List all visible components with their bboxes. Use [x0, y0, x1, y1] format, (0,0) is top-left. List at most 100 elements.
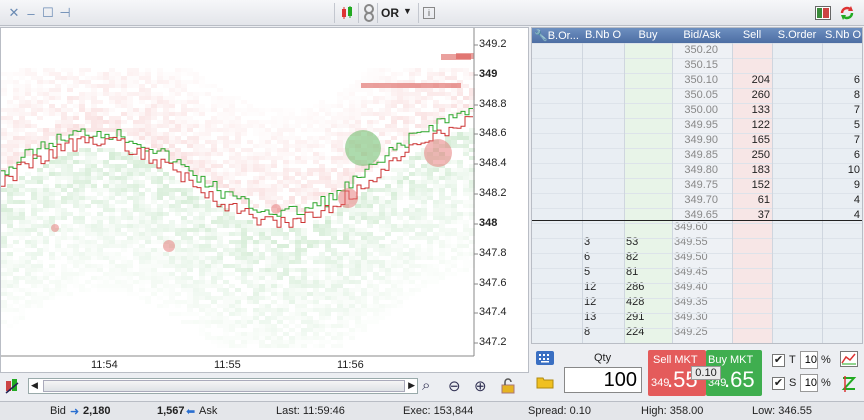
s-input[interactable] — [800, 374, 818, 392]
spread-status: Spread: 0.10 — [528, 405, 591, 417]
toolbar: ✕ – ☐ ⊣ OR ▼ i — [0, 0, 864, 26]
col-divider — [582, 43, 583, 343]
sell-nb-orders: 6 — [853, 74, 860, 86]
buy-mkt-label: Buy MKT — [708, 354, 754, 366]
info-icon[interactable]: i — [423, 7, 435, 19]
s-checkbox[interactable]: ✔ — [772, 377, 785, 390]
order-book: 🔧B.Or... B.Nb O Buy Bid/Ask Sell S.Order… — [531, 27, 863, 344]
spread-divider — [532, 220, 862, 221]
col-divider — [772, 43, 773, 343]
bid-label: Bid — [50, 405, 66, 417]
wrench-icon: 🔧 — [534, 30, 548, 42]
sell-qty[interactable]: 165 — [732, 134, 770, 146]
y-tick-label: 348.4 — [479, 157, 507, 169]
ask-price[interactable]: 349.85 — [672, 149, 718, 161]
sell-nb-orders: 9 — [853, 179, 860, 191]
scroll-left-icon[interactable]: ◀ — [31, 380, 38, 391]
header-bid-ask[interactable]: Bid/Ask — [672, 29, 732, 41]
y-tick-label: 349 — [479, 68, 498, 80]
symbol-selector[interactable]: OR — [381, 6, 399, 20]
refresh-icon[interactable] — [838, 5, 854, 21]
col-divider — [822, 43, 823, 343]
x-tick-label: 11:55 — [214, 359, 241, 371]
sell-nb-orders: 10 — [847, 164, 860, 176]
lock-icon[interactable] — [500, 378, 516, 394]
ask-price[interactable]: 350.00 — [672, 104, 718, 116]
sell-qty[interactable]: 260 — [732, 89, 770, 101]
t-percent: % — [821, 354, 831, 366]
y-tick-label: 349.2 — [479, 38, 507, 50]
y-tick-label: 348 — [479, 217, 498, 229]
arrow-left-icon: ⬅ — [186, 406, 196, 418]
sell-qty[interactable]: 204 — [732, 74, 770, 86]
y-tick-label: 347.2 — [479, 336, 507, 348]
sell-nb-orders: 7 — [853, 134, 860, 146]
t-checkbox[interactable]: ✔ — [772, 354, 785, 367]
pin-icon[interactable]: ⊣ — [57, 5, 73, 21]
close-icon[interactable]: ✕ — [6, 5, 22, 21]
horizontal-scrollbar[interactable]: ◀ ▶ — [28, 378, 418, 394]
scroll-thumb[interactable] — [43, 380, 405, 392]
y-tick-label: 348.8 — [479, 98, 507, 110]
sell-qty[interactable]: 152 — [732, 179, 770, 191]
scroll-right-icon[interactable]: ▶ — [408, 380, 415, 391]
y-tick-label: 348.2 — [479, 187, 507, 199]
sell-nb-orders: 5 — [853, 119, 860, 131]
chevron-down-icon[interactable]: ▼ — [403, 6, 412, 16]
qty-input[interactable] — [564, 367, 642, 393]
header-b-nb[interactable]: B.Nb O — [582, 29, 624, 41]
low-price: Low: 346.55 — [752, 405, 812, 417]
chart-controls: ◀ ▶ ⌕ ⊖ ⊕ — [0, 374, 529, 398]
folder-icon[interactable] — [536, 375, 554, 389]
ask-price[interactable]: 350.15 — [672, 59, 718, 71]
trend-chart-icon[interactable] — [840, 351, 858, 367]
heatmap-chart — [1, 28, 478, 357]
header-s-order[interactable]: S.Order — [772, 29, 822, 41]
layout-icon[interactable] — [815, 5, 831, 21]
arrow-right-icon: ➜ — [70, 406, 80, 418]
header-s-nb[interactable]: S.Nb O — [822, 29, 862, 41]
ask-price[interactable]: 349.95 — [672, 119, 718, 131]
ask-price[interactable]: 350.05 — [672, 89, 718, 101]
t-input[interactable] — [800, 351, 818, 369]
candlestick-icon[interactable] — [339, 5, 355, 21]
ask-price[interactable]: 349.90 — [672, 134, 718, 146]
ask-price[interactable]: 349.70 — [672, 194, 718, 206]
y-tick-label: 348.6 — [479, 127, 507, 139]
s-label: S — [789, 377, 797, 389]
export-icon[interactable] — [4, 377, 22, 395]
col-divider — [624, 43, 625, 343]
ask-label: Ask — [199, 405, 218, 417]
col-divider — [732, 43, 733, 343]
t-label: T — [789, 354, 796, 366]
buy-price: .65 — [724, 367, 755, 392]
ask-price[interactable]: 349.80 — [672, 164, 718, 176]
sell-qty[interactable]: 133 — [732, 104, 770, 116]
sell-nb-orders: 4 — [853, 194, 860, 206]
ask-price[interactable]: 349.75 — [672, 179, 718, 191]
sell-nb-orders: 8 — [853, 89, 860, 101]
header-sell[interactable]: Sell — [732, 29, 772, 41]
sell-qty[interactable]: 122 — [732, 119, 770, 131]
header-buy[interactable]: Buy — [624, 29, 672, 41]
zoom-in-icon[interactable]: ⊕ — [474, 377, 487, 395]
zoom-out-icon[interactable]: ⊖ — [448, 377, 461, 395]
bid-volume: 2,180 — [83, 405, 111, 417]
link-icon[interactable] — [361, 4, 377, 22]
status-bar: Bid ➜ 2,180 1,567 ⬅ Ask Last: 11:59:46 E… — [0, 401, 864, 420]
sell-qty[interactable]: 61 — [732, 194, 770, 206]
header-b-order[interactable]: 🔧B.Or... — [532, 29, 582, 42]
sell-qty[interactable]: 250 — [732, 149, 770, 161]
ask-price[interactable]: 350.10 — [672, 74, 718, 86]
bracket-order-icon[interactable] — [840, 375, 858, 393]
sell-qty[interactable]: 183 — [732, 164, 770, 176]
minimize-icon[interactable]: – — [23, 5, 39, 21]
order-book-header: 🔧B.Or... B.Nb O Buy Bid/Ask Sell S.Order… — [532, 28, 862, 43]
sell-nb-orders: 7 — [853, 104, 860, 116]
zoom-fit-icon[interactable]: ⌕ — [422, 377, 430, 394]
price-chart[interactable]: 349.2 349 348.8 348.6 348.4 348.2 348 347.8 347.… — [0, 27, 529, 373]
maximize-icon[interactable]: ☐ — [40, 5, 56, 21]
ask-volume: 1,567 — [157, 405, 185, 417]
keyboard-icon[interactable] — [536, 351, 554, 365]
ask-price[interactable]: 350.20 — [672, 44, 718, 56]
